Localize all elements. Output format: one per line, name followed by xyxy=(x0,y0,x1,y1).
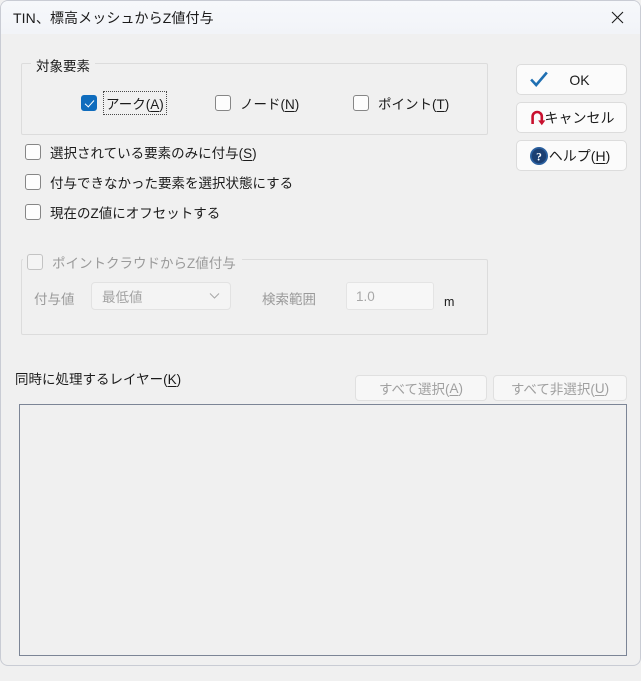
checkbox-arc-text: アーク( xyxy=(106,97,151,112)
checkbox-selected-only-suffix: ) xyxy=(252,146,257,161)
svg-text:?: ? xyxy=(536,151,542,163)
checkbox-offset-current-z-box[interactable] xyxy=(25,204,41,220)
assign-value-label: 付与値 xyxy=(34,292,75,307)
checkbox-point-text: ポイント( xyxy=(378,97,437,112)
blue-check-icon xyxy=(528,69,550,91)
chevron-down-icon xyxy=(209,292,220,300)
checkbox-select-failed[interactable]: 付与できなかった要素を選択状態にする xyxy=(25,171,295,193)
layers-label: 同時に処理するレイヤー(K) xyxy=(15,368,181,388)
close-icon[interactable] xyxy=(594,1,640,33)
select-all-suffix: ) xyxy=(458,380,464,396)
layers-label-suffix: ) xyxy=(176,372,182,387)
checkbox-selected-only-box[interactable] xyxy=(25,144,41,160)
checkbox-selected-only-text: 選択されている要素のみに付与( xyxy=(50,146,244,161)
checkbox-pointcloud-enable[interactable]: ポイントクラウドからZ値付与 xyxy=(23,251,242,273)
deselect-all-button[interactable]: すべて非選択(U) xyxy=(493,375,627,401)
checkbox-point[interactable]: ポイント(T) xyxy=(353,92,451,114)
select-all-accel: A xyxy=(449,380,459,396)
help-button-accel: H xyxy=(595,147,606,164)
search-range-label: 検索範囲 xyxy=(262,292,316,307)
dialog-title: TIN、標高メッシュからZ値付与 xyxy=(13,10,214,26)
checkbox-point-label: ポイント(T) xyxy=(376,92,451,114)
checkbox-selected-only-accel: S xyxy=(243,146,253,161)
pointcloud-group-legend: ポイントクラウドからZ値付与 xyxy=(52,256,236,271)
checkbox-pointcloud-enable-box[interactable] xyxy=(27,254,43,270)
checkbox-point-box[interactable] xyxy=(353,95,369,111)
search-range-value: 1.0 xyxy=(356,288,375,304)
checkbox-select-failed-box[interactable] xyxy=(25,174,41,190)
checkbox-arc-box[interactable] xyxy=(81,95,97,111)
checkbox-select-failed-label: 付与できなかった要素を選択状態にする xyxy=(50,176,294,191)
blue-question-circle-icon: ? xyxy=(528,145,550,167)
checkbox-arc-suffix: ) xyxy=(159,97,164,112)
deselect-all-suffix: ) xyxy=(604,380,610,396)
search-range-input[interactable]: 1.0 xyxy=(346,282,434,310)
title-bar: TIN、標高メッシュからZ値付与 xyxy=(1,1,640,34)
checkbox-selected-only-label: 選択されている要素のみに付与(S) xyxy=(48,141,259,163)
assign-value-combo-text: 最低値 xyxy=(102,290,143,305)
help-button-suffix: ) xyxy=(605,147,611,164)
ok-button[interactable]: OK xyxy=(516,64,627,95)
checkbox-offset-current-z[interactable]: 現在のZ値にオフセットする xyxy=(25,201,222,223)
checkbox-selected-only[interactable]: 選択されている要素のみに付与(S) xyxy=(25,141,259,163)
select-all-text: すべて選択( xyxy=(378,382,450,397)
layers-label-accel: K xyxy=(167,372,177,387)
checkbox-point-suffix: ) xyxy=(444,97,450,112)
checkbox-node-text: ノード( xyxy=(240,97,285,112)
help-button-text: ヘルプ( xyxy=(548,147,596,164)
checkbox-point-accel: T xyxy=(436,97,445,112)
deselect-all-accel: U xyxy=(594,380,605,396)
red-undo-arrow-icon xyxy=(528,107,550,129)
checkbox-arc-accel: A xyxy=(150,97,160,112)
layers-listbox[interactable] xyxy=(19,404,627,656)
checkbox-node-label: ノード(N) xyxy=(238,92,301,114)
checkbox-node-box[interactable] xyxy=(215,95,231,111)
checkbox-node-suffix: ) xyxy=(294,97,300,112)
dialog-window: TIN、標高メッシュからZ値付与 対象要素 アーク(A) ノード(N) ポイント… xyxy=(0,0,641,666)
cancel-button[interactable]: キャンセル xyxy=(516,102,627,133)
checkbox-node-accel: N xyxy=(285,97,295,112)
assign-value-combo[interactable]: 最低値 xyxy=(91,282,231,310)
search-range-unit: m xyxy=(444,295,455,309)
checkbox-arc[interactable]: アーク(A) xyxy=(81,91,167,115)
checkbox-arc-label: アーク(A) xyxy=(103,91,167,115)
layers-label-text: 同時に処理するレイヤー( xyxy=(15,372,168,387)
deselect-all-text: すべて非選択( xyxy=(510,382,595,397)
target-elements-legend: 対象要素 xyxy=(31,55,95,75)
checkbox-offset-current-z-label: 現在のZ値にオフセットする xyxy=(50,206,221,221)
select-all-button[interactable]: すべて選択(A) xyxy=(355,375,487,401)
help-button[interactable]: ? ヘルプ(H) xyxy=(516,140,627,171)
checkbox-node[interactable]: ノード(N) xyxy=(215,92,301,114)
